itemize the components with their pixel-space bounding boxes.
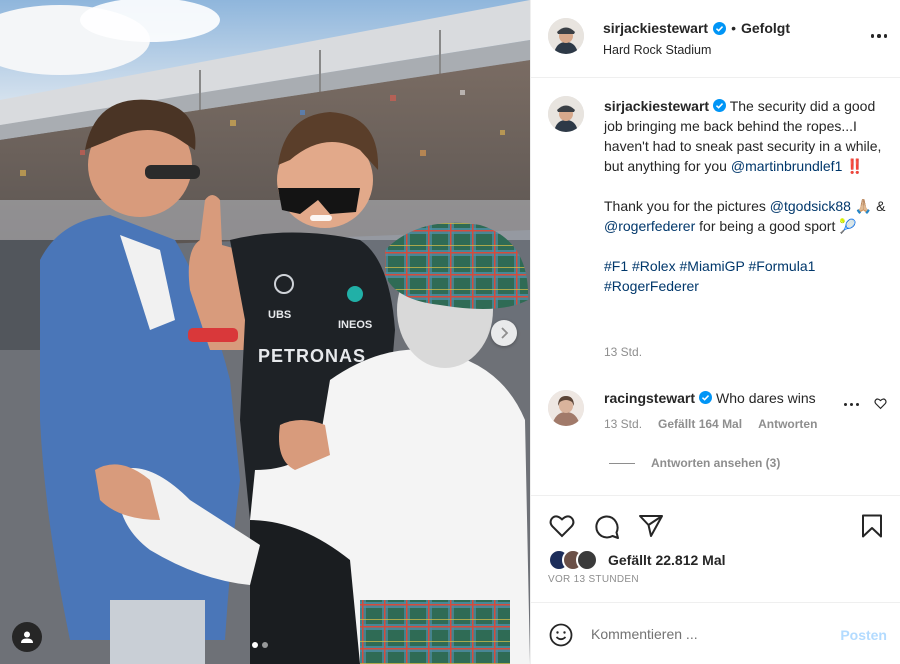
- post-comment-button[interactable]: Posten: [840, 627, 887, 643]
- mention-rogerfederer[interactable]: @rogerfederer: [604, 218, 695, 234]
- comment-timestamp[interactable]: 13 Std.: [604, 417, 642, 431]
- shirt-sponsor-ineos: INEOS: [338, 319, 372, 331]
- caption-author-avatar[interactable]: [548, 96, 584, 132]
- more-options-button[interactable]: [870, 30, 887, 42]
- separator-dot: •: [731, 20, 736, 36]
- caption-mid-text: 🙏🏼 &: [850, 198, 886, 214]
- save-button[interactable]: [861, 514, 883, 543]
- post-date[interactable]: VOR 13 STUNDEN: [548, 574, 639, 585]
- comment-like-button[interactable]: [874, 397, 887, 415]
- likes-count[interactable]: Gefällt 22.812 Mal: [608, 552, 726, 568]
- bookmark-icon: [862, 514, 882, 538]
- view-replies-button[interactable]: Antworten ansehen (3): [609, 456, 780, 470]
- heart-icon: [874, 398, 887, 410]
- instagram-post-view: PETRONAS UBS INEOS sirjackiestewart • Ge…: [0, 0, 900, 664]
- caption-username[interactable]: sirjackiestewart: [604, 98, 709, 114]
- comment-meta: 13 Std. Gefällt 164 Mal Antworten: [604, 417, 817, 431]
- verified-badge-icon: [713, 99, 727, 112]
- follow-button[interactable]: Gefolgt: [741, 20, 790, 36]
- add-comment-bar: Posten: [531, 602, 900, 664]
- comment-input[interactable]: [591, 623, 821, 645]
- shirt-text: PETRONAS: [258, 346, 366, 366]
- photo-illustration: PETRONAS UBS INEOS: [0, 0, 530, 664]
- carousel-next-button[interactable]: [491, 320, 517, 346]
- comment-body: racingstewart Who dares wins: [604, 389, 854, 407]
- caption-text-end: ‼️: [842, 158, 864, 174]
- caption-hashtags: #F1 #Rolex #MiamiGP #Formula1 #RogerFede…: [604, 256, 889, 296]
- action-bar: Gefällt 22.812 Mal VOR 13 STUNDEN: [531, 495, 900, 602]
- caption-paragraph-2: Thank you for the pictures @tgodsick88 🙏…: [604, 196, 889, 236]
- hashtag-miamigp[interactable]: #MiamiGP: [680, 258, 745, 274]
- post-location[interactable]: Hard Rock Stadium: [603, 43, 711, 57]
- more-icon-dot: [883, 34, 887, 38]
- hashtag-formula1[interactable]: #Formula1: [748, 258, 815, 274]
- hashtag-f1[interactable]: #F1: [604, 258, 628, 274]
- caption-end-text: for being a good sport 🎾: [695, 218, 857, 234]
- post-photo[interactable]: PETRONAS UBS INEOS: [0, 0, 530, 664]
- caption-timestamp[interactable]: 13 Std.: [604, 345, 642, 359]
- paper-plane-icon: [639, 515, 663, 537]
- verified-badge-icon: [699, 391, 713, 404]
- hashtag-rolex[interactable]: #Rolex: [632, 258, 676, 274]
- author-username[interactable]: sirjackiestewart: [603, 20, 708, 36]
- comment-text: Who dares wins: [716, 390, 816, 406]
- more-icon-dot: [870, 34, 874, 38]
- caption-paragraph-1: sirjackiestewart The security did a good…: [604, 96, 889, 176]
- comment-more-button[interactable]: [844, 403, 859, 406]
- carousel-dot-active: [252, 642, 258, 648]
- carousel-indicator: [252, 642, 268, 648]
- share-button[interactable]: [638, 514, 664, 543]
- more-icon-dot: [877, 34, 881, 38]
- comment-button[interactable]: [594, 514, 620, 545]
- replies-divider: [609, 462, 635, 464]
- view-replies-label: Antworten ansehen (3): [651, 456, 781, 470]
- heart-icon: [549, 515, 575, 538]
- commenter-username[interactable]: racingstewart: [604, 390, 695, 406]
- liker-avatar: [576, 549, 598, 571]
- comment-bubble-icon: [595, 515, 619, 539]
- hashtag-rogerfederer[interactable]: #RogerFederer: [604, 278, 699, 294]
- tagged-users-button[interactable]: [12, 622, 42, 652]
- caption-thanks-text: Thank you for the pictures: [604, 198, 770, 214]
- like-button[interactable]: [549, 514, 575, 543]
- emoji-button[interactable]: [549, 623, 573, 652]
- mention-martinbrundlef1[interactable]: @martinbrundlef1: [731, 158, 843, 174]
- carousel-dot: [262, 642, 268, 648]
- post-header: sirjackiestewart • Gefolgt Hard Rock Sta…: [531, 0, 900, 78]
- chevron-right-icon: [501, 327, 509, 339]
- comment-reply-button[interactable]: Antworten: [758, 417, 817, 431]
- liked-by-avatars[interactable]: [548, 549, 604, 571]
- comment-likes[interactable]: Gefällt 164 Mal: [658, 417, 742, 431]
- smiley-icon: [549, 623, 573, 647]
- mention-tgodsick88[interactable]: @tgodsick88: [770, 198, 851, 214]
- commenter-avatar[interactable]: [548, 390, 584, 426]
- verified-badge-icon: [713, 21, 727, 35]
- post-sidebar: sirjackiestewart • Gefolgt Hard Rock Sta…: [530, 0, 900, 664]
- author-avatar[interactable]: [548, 18, 584, 54]
- user-icon: [21, 631, 33, 643]
- shirt-sponsor-ubs: UBS: [268, 309, 291, 321]
- post-caption: sirjackiestewart The security did a good…: [604, 96, 889, 296]
- author-row: sirjackiestewart • Gefolgt: [603, 20, 790, 36]
